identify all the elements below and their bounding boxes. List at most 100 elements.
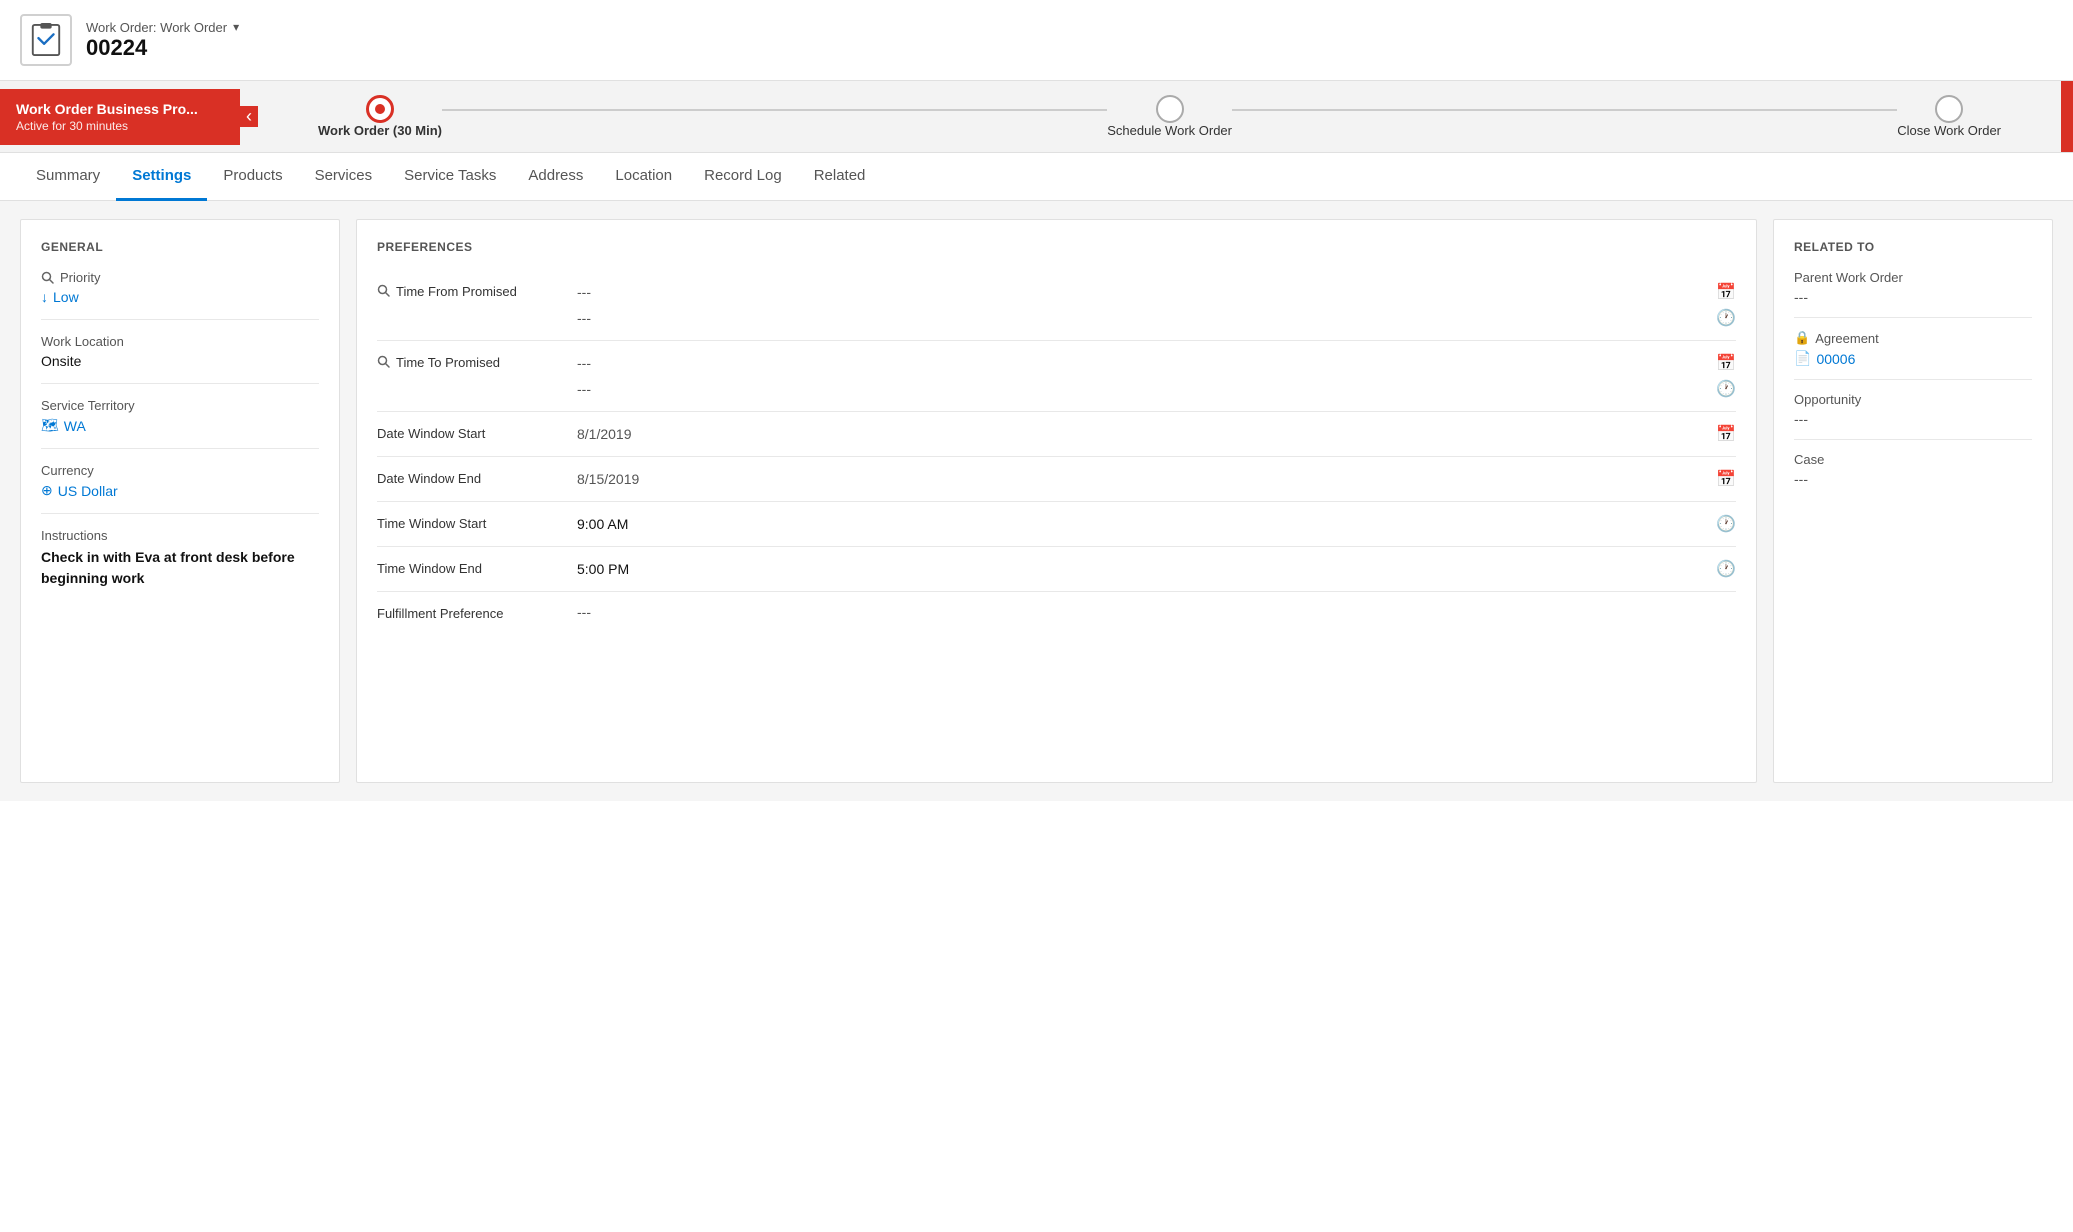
work-order-icon bbox=[20, 14, 72, 66]
date-window-start-row: Date Window Start 8/1/2019 📅 bbox=[377, 412, 1736, 457]
header-title-group: Work Order: Work Order ▾ 00224 bbox=[86, 20, 239, 61]
time-window-end-row: Time Window End 5:00 PM 🕐 bbox=[377, 547, 1736, 592]
fulfillment-preference-values: --- bbox=[577, 604, 1736, 620]
currency-icon: ⊕ bbox=[41, 482, 53, 499]
time-to-clock-icon[interactable]: 🕐 bbox=[1716, 379, 1736, 399]
time-to-date-val: --- bbox=[577, 355, 591, 371]
tab-products[interactable]: Products bbox=[207, 153, 298, 201]
header-chevron[interactable]: ▾ bbox=[233, 20, 239, 34]
date-window-end-calendar-icon[interactable]: 📅 bbox=[1716, 469, 1736, 489]
time-to-search-icon bbox=[377, 355, 391, 372]
time-window-end-values: 5:00 PM 🕐 bbox=[577, 559, 1736, 579]
fulfillment-preference-val: --- bbox=[577, 604, 591, 620]
date-window-end-val: 8/15/2019 bbox=[577, 471, 639, 487]
time-from-date-val: --- bbox=[577, 284, 591, 300]
process-stage-subtitle: Active for 30 minutes bbox=[16, 119, 224, 133]
time-from-calendar-icon[interactable]: 📅 bbox=[1716, 282, 1736, 302]
priority-arrow-icon: ↓ bbox=[41, 289, 48, 305]
case-value: --- bbox=[1794, 471, 2032, 487]
general-panel: GENERAL Priority ↓ Low Work Location Ons… bbox=[20, 219, 340, 783]
map-icon: 🗺 bbox=[41, 417, 59, 434]
agreement-label: 🔒 Agreement bbox=[1794, 330, 2032, 346]
date-window-end-row: Date Window End 8/15/2019 📅 bbox=[377, 457, 1736, 502]
step-label-schedule: Schedule Work Order bbox=[1107, 123, 1232, 138]
date-window-start-value-row: 8/1/2019 📅 bbox=[577, 424, 1736, 444]
tab-services[interactable]: Services bbox=[299, 153, 389, 201]
time-window-start-val: 9:00 AM bbox=[577, 516, 628, 532]
lock-icon: 🔒 bbox=[1794, 330, 1810, 346]
date-window-start-values: 8/1/2019 📅 bbox=[577, 424, 1736, 444]
opportunity-field: Opportunity --- bbox=[1794, 392, 2032, 440]
opportunity-label: Opportunity bbox=[1794, 392, 2032, 407]
general-section-title: GENERAL bbox=[41, 240, 319, 254]
time-window-end-clock-icon[interactable]: 🕐 bbox=[1716, 559, 1736, 579]
related-to-section-title: RELATED TO bbox=[1794, 240, 2032, 254]
tab-bar: Summary Settings Products Services Servi… bbox=[0, 153, 2073, 201]
opportunity-value: --- bbox=[1794, 411, 2032, 427]
process-stage-title: Work Order Business Pro... bbox=[16, 101, 224, 117]
process-bar-active-stage[interactable]: Work Order Business Pro... Active for 30… bbox=[0, 89, 240, 145]
time-window-end-value-row: 5:00 PM 🕐 bbox=[577, 559, 1736, 579]
time-to-promised-row: Time To Promised --- 📅 --- 🕐 bbox=[377, 341, 1736, 412]
case-field: Case --- bbox=[1794, 452, 2032, 499]
date-window-end-value-row: 8/15/2019 📅 bbox=[577, 469, 1736, 489]
time-window-start-row: Time Window Start 9:00 AM 🕐 bbox=[377, 502, 1736, 547]
step-connector-1 bbox=[442, 109, 1107, 111]
main-content: GENERAL Priority ↓ Low Work Location Ons… bbox=[0, 201, 2073, 801]
tab-location[interactable]: Location bbox=[599, 153, 688, 201]
time-to-promised-label: Time To Promised bbox=[377, 353, 577, 372]
process-step-schedule[interactable]: Schedule Work Order bbox=[1107, 95, 1232, 138]
doc-icon: 📄 bbox=[1794, 350, 1811, 367]
service-territory-value[interactable]: 🗺 WA bbox=[41, 417, 319, 434]
work-location-label: Work Location bbox=[41, 334, 319, 349]
header-main-title: 00224 bbox=[86, 35, 239, 61]
service-territory-label: Service Territory bbox=[41, 398, 319, 413]
instructions-label: Instructions bbox=[41, 528, 319, 543]
priority-search-icon bbox=[41, 271, 55, 285]
tab-record-log[interactable]: Record Log bbox=[688, 153, 798, 201]
time-from-search-icon bbox=[377, 284, 391, 301]
date-window-start-calendar-icon[interactable]: 📅 bbox=[1716, 424, 1736, 444]
parent-work-order-field: Parent Work Order --- bbox=[1794, 270, 2032, 318]
process-step-work-order[interactable]: Work Order (30 Min) bbox=[318, 95, 442, 138]
process-steps-wrapper: Work Order (30 Min) Schedule Work Order … bbox=[258, 81, 2061, 152]
time-window-start-value-row: 9:00 AM 🕐 bbox=[577, 514, 1736, 534]
agreement-value[interactable]: 📄 00006 bbox=[1794, 350, 2032, 367]
priority-field-group: Priority ↓ Low bbox=[41, 270, 319, 320]
time-from-time-row: --- 🕐 bbox=[577, 308, 1736, 328]
time-window-start-clock-icon[interactable]: 🕐 bbox=[1716, 514, 1736, 534]
process-end-bar bbox=[2061, 81, 2073, 152]
time-from-promised-values: --- 📅 --- 🕐 bbox=[577, 282, 1736, 328]
work-location-value: Onsite bbox=[41, 353, 319, 369]
time-window-end-label: Time Window End bbox=[377, 559, 577, 576]
service-territory-field-group: Service Territory 🗺 WA bbox=[41, 398, 319, 449]
fulfillment-preference-value-row: --- bbox=[577, 604, 1736, 620]
work-location-field-group: Work Location Onsite bbox=[41, 334, 319, 384]
process-bar-collapse-arrow[interactable]: ‹ bbox=[240, 106, 258, 127]
fulfillment-preference-row: Fulfillment Preference --- bbox=[377, 592, 1736, 633]
time-to-calendar-icon[interactable]: 📅 bbox=[1716, 353, 1736, 373]
date-window-end-values: 8/15/2019 📅 bbox=[577, 469, 1736, 489]
tab-summary[interactable]: Summary bbox=[20, 153, 116, 201]
time-window-start-label: Time Window Start bbox=[377, 514, 577, 531]
tab-service-tasks[interactable]: Service Tasks bbox=[388, 153, 512, 201]
process-bar: Work Order Business Pro... Active for 30… bbox=[0, 81, 2073, 153]
tab-address[interactable]: Address bbox=[512, 153, 599, 201]
date-window-start-label: Date Window Start bbox=[377, 424, 577, 441]
step-label-work-order: Work Order (30 Min) bbox=[318, 123, 442, 138]
time-from-clock-icon[interactable]: 🕐 bbox=[1716, 308, 1736, 328]
step-label-close: Close Work Order bbox=[1897, 123, 2001, 138]
header-subtitle-text: Work Order: Work Order bbox=[86, 20, 227, 35]
currency-value[interactable]: ⊕ US Dollar bbox=[41, 482, 319, 499]
instructions-value: Check in with Eva at front desk before b… bbox=[41, 547, 319, 589]
tab-related[interactable]: Related bbox=[798, 153, 882, 201]
priority-value[interactable]: ↓ Low bbox=[41, 289, 319, 305]
instructions-field-group: Instructions Check in with Eva at front … bbox=[41, 528, 319, 603]
step-circle-close bbox=[1935, 95, 1963, 123]
process-step-close[interactable]: Close Work Order bbox=[1897, 95, 2001, 138]
time-to-date-row: --- 📅 bbox=[577, 353, 1736, 373]
step-circle-work-order bbox=[366, 95, 394, 123]
case-label: Case bbox=[1794, 452, 2032, 467]
tab-settings[interactable]: Settings bbox=[116, 153, 207, 201]
time-from-date-row: --- 📅 bbox=[577, 282, 1736, 302]
